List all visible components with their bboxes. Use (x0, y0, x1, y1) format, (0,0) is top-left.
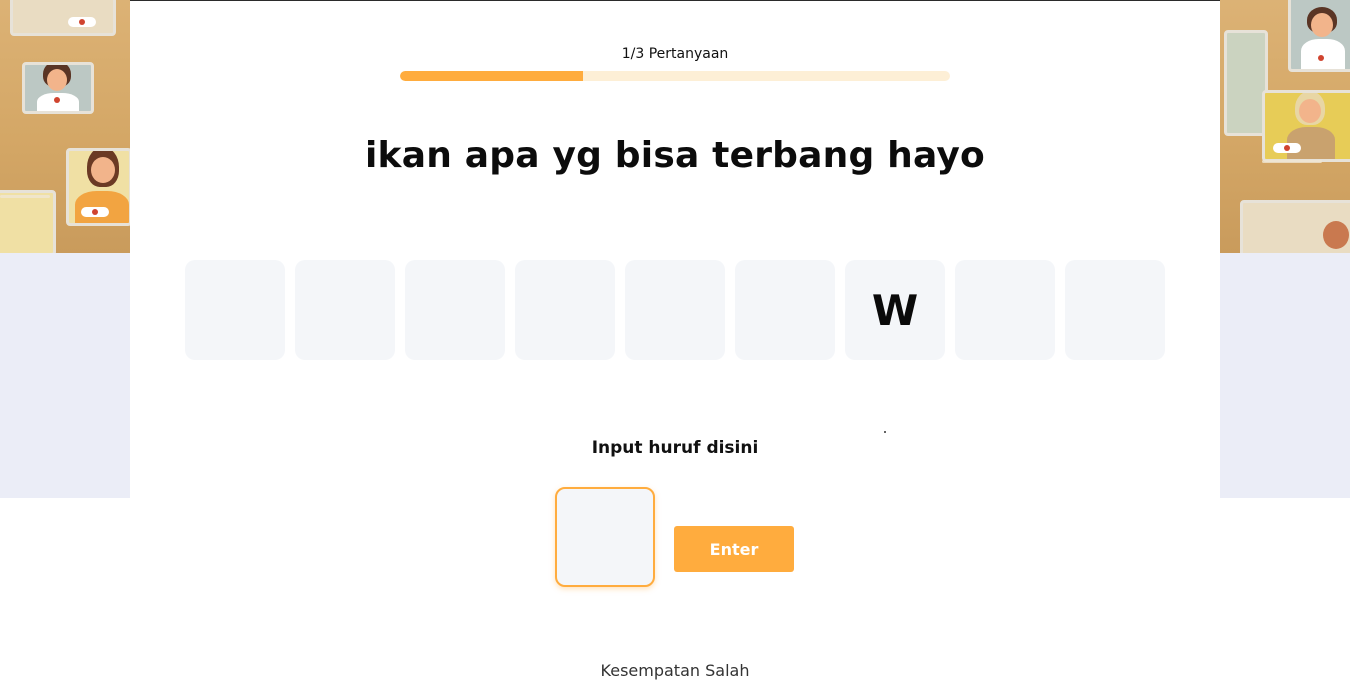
input-label: Input huruf disini (591, 438, 759, 458)
decorative-line (0, 195, 50, 198)
progress-label: 1/3 Pertanyaan (621, 46, 729, 62)
video-call-illustration (22, 62, 94, 114)
letter-input[interactable] (555, 487, 655, 587)
game-panel: 1/3 Pertanyaan ikan apa yg bisa terbang … (130, 0, 1220, 698)
progress-bar (400, 71, 950, 81)
video-call-illustration (66, 148, 132, 226)
answer-slot (185, 260, 285, 360)
answer-slots: W (185, 260, 1165, 360)
video-call-illustration (0, 190, 56, 253)
video-call-illustration (10, 0, 116, 36)
answer-slot (515, 260, 615, 360)
answer-slot (625, 260, 725, 360)
video-call-illustration (1262, 90, 1350, 162)
answer-slot (405, 260, 505, 360)
answer-slot (735, 260, 835, 360)
decorative-line (1262, 160, 1322, 163)
video-call-illustration (1288, 0, 1350, 72)
video-call-illustration (1240, 200, 1350, 253)
stray-dot (884, 431, 886, 433)
answer-slot (295, 260, 395, 360)
answer-slot: W (845, 260, 945, 360)
answer-slot (1065, 260, 1165, 360)
question-text: ikan apa yg bisa terbang hayo (365, 135, 985, 176)
wrong-chances-label: Kesempatan Salah (600, 661, 750, 680)
answer-slot (955, 260, 1055, 360)
enter-button[interactable]: Enter (674, 526, 794, 572)
progress-bar-fill (400, 71, 584, 81)
